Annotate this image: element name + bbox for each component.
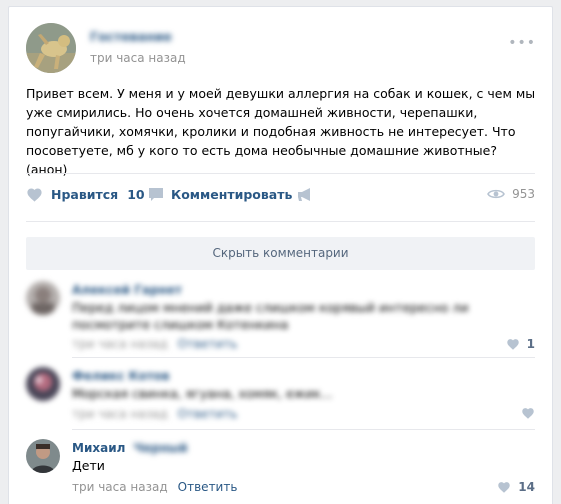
comment-meta: три часа назад Ответить [72,407,237,421]
divider [26,173,535,174]
divider [26,221,535,222]
heart-icon [522,408,534,419]
megaphone-icon [298,188,310,201]
post-header: Гостевание три часа назад ••• [26,23,536,75]
comment-author-surname: Черный [133,441,188,455]
post-time[interactable]: три часа назад [90,51,186,65]
comment-text: Дети [72,458,105,473]
heart-icon [498,482,511,493]
comment-icon [149,188,163,201]
like-button[interactable]: Нравится 10 [26,187,145,202]
comment-button[interactable]: Комментировать [148,187,292,202]
comment-like-button[interactable]: 14 [497,480,535,494]
post-card: Гостевание три часа назад ••• Привет все… [8,6,553,504]
divider [72,429,535,430]
author-name[interactable]: Гостевание [90,29,172,44]
like-label: Нравится [51,187,119,202]
heart-icon [27,188,42,202]
comment-like-button[interactable] [521,407,535,419]
reply-link[interactable]: Ответить [178,480,238,494]
comment-author[interactable]: Михаил Черный [72,441,188,455]
comment-item: Михаил Черный Дети три часа назад Ответит… [26,439,535,499]
hide-comments-button[interactable]: Скрыть комментарии [26,237,535,270]
views-counter: 953 [487,187,535,201]
comment-meta: три часа назад Ответить [72,480,237,494]
comment-meta: три часа назад Ответить [72,337,237,351]
comment-text: Перед лицом мнений даже слишком корявый … [72,300,469,332]
comment-text: Морская свинка, ягуана, хомяк, ежик... [72,386,333,401]
comment-author[interactable]: Алексей Гарнет [72,283,182,297]
comment-avatar[interactable] [26,439,60,473]
reply-link[interactable]: Ответить [178,337,238,351]
comment-like-button[interactable]: 1 [506,337,535,351]
divider [72,357,535,358]
comment-like-count: 14 [518,480,535,494]
comment-author-first-name: Михаил [72,441,126,455]
comment-time[interactable]: три часа назад [72,337,168,351]
more-options-button[interactable]: ••• [508,35,536,51]
comment-item: Алексей Гарнет Перед лицом мнений даже с… [26,281,535,351]
comment-time[interactable]: три часа назад [72,480,168,494]
comment-label: Комментировать [171,187,293,202]
author-avatar[interactable] [26,23,76,73]
views-count: 953 [512,187,535,201]
comment-like-count: 1 [526,337,535,351]
comment-avatar[interactable] [26,281,60,315]
heart-icon [506,339,519,350]
comment-avatar[interactable] [26,367,60,401]
comment-author[interactable]: Феликс Котов [72,369,170,383]
comment-item: Феликс Котов Морская свинка, ягуана, хом… [26,367,535,425]
comment-time[interactable]: три часа назад [72,407,168,421]
share-button[interactable] [296,187,314,202]
post-text: Привет всем. У меня и у моей девушки алл… [26,86,536,177]
like-count: 10 [127,187,145,202]
reply-link[interactable]: Ответить [178,407,238,421]
post-actions: Нравится 10 Комментировать 953 [26,187,535,207]
eye-icon [487,189,506,199]
